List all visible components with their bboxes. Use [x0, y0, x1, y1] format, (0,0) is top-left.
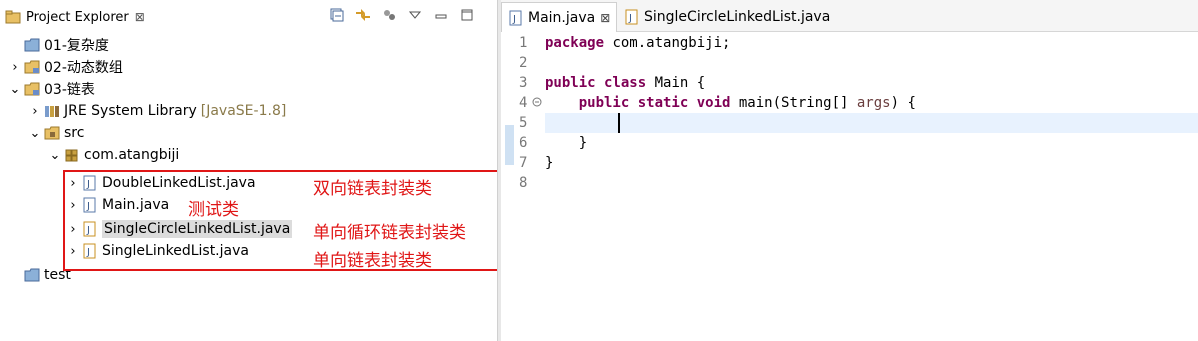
explorer-toolbar [327, 6, 477, 24]
annotation-doublelinkedlist: 双向链表封装类 [313, 179, 432, 199]
chevron-down-icon[interactable]: ⌄ [8, 78, 22, 100]
source-folder-icon [44, 125, 60, 141]
code-line-6: } [545, 135, 588, 151]
code-line-3: public class Main { [545, 73, 705, 93]
focus-icon[interactable] [379, 6, 399, 24]
code-text: ) { [890, 95, 916, 111]
tree-item-02[interactable]: › 02-动态数组 [8, 56, 123, 78]
line-number: 8 [519, 175, 528, 191]
explorer-tabbar: Project Explorer ⊠ [0, 0, 497, 34]
keyword: public class [545, 75, 647, 91]
line-number: 1 [519, 35, 528, 51]
fold-collapse-icon[interactable] [532, 97, 542, 107]
expand-placeholder [8, 264, 22, 286]
keyword: package [545, 35, 605, 51]
tree-item-label: src [64, 125, 85, 141]
code-line-1: package com.atangbiji; [545, 33, 730, 53]
svg-text:J: J [628, 13, 632, 24]
package-icon [64, 147, 80, 163]
parameter: args [856, 95, 891, 111]
line-number: 7 [519, 155, 528, 171]
code-line-4: public static void main(String[] args) { [545, 93, 916, 113]
tab-title: Main.java [528, 9, 596, 26]
tree-item-label: JRE System Library [64, 103, 197, 119]
expand-placeholder [8, 34, 22, 56]
tree-item-decoration: [JavaSE-1.8] [200, 103, 287, 119]
current-line-highlight [545, 113, 1198, 133]
link-with-editor-icon[interactable] [353, 6, 373, 24]
tree-item-jre[interactable]: › JRE System Library [JavaSE-1.8] [28, 100, 286, 122]
chevron-down-icon[interactable]: ⌄ [28, 122, 42, 144]
explorer-tab[interactable]: Project Explorer ⊠ [0, 2, 145, 32]
tree-item-label: 01-复杂度 [44, 38, 109, 54]
explorer-title: Project Explorer [26, 9, 129, 25]
svg-text:J: J [512, 14, 516, 25]
chevron-right-icon[interactable]: › [28, 100, 42, 122]
project-icon [24, 59, 40, 75]
tree-item-label: 03-链表 [44, 82, 95, 98]
tree-item-label: com.atangbiji [84, 147, 180, 163]
chevron-down-icon[interactable]: ⌄ [48, 144, 62, 166]
line-number: 3 [519, 75, 528, 91]
project-icon [24, 81, 40, 97]
minimize-icon[interactable] [431, 6, 451, 24]
tree-item-package[interactable]: ⌄ com.atangbiji [48, 144, 180, 166]
tree-item-01[interactable]: 01-复杂度 [8, 34, 109, 56]
tree-item-label: 02-动态数组 [44, 60, 123, 76]
code-text: Main { [646, 75, 706, 91]
line-number-ruler: 1 2 3 4 5 6 7 8 [501, 33, 541, 341]
tree-item-03[interactable]: ⌄ 03-链表 [8, 78, 95, 100]
close-icon[interactable]: ⊠ [600, 11, 610, 25]
tab-title: SingleCircleLinkedList.java [644, 9, 831, 25]
code-editor: J Main.java ⊠ J SingleCircleLinkedList.j… [501, 0, 1198, 341]
editor-tabbar: J Main.java ⊠ J SingleCircleLinkedList.j… [501, 0, 1198, 32]
annotation-singlecirclelinkedlist: 单向循环链表封装类 [313, 223, 466, 243]
collapse-all-icon[interactable] [327, 6, 347, 24]
view-menu-icon[interactable] [405, 6, 425, 24]
library-icon [44, 103, 60, 119]
close-icon[interactable]: ⊠ [135, 10, 145, 24]
keyword: public static void [578, 95, 731, 111]
project-explorer-icon [5, 10, 21, 24]
line-number: 2 [519, 55, 528, 71]
tab-singlecirclelinkedlist-java[interactable]: J SingleCircleLinkedList.java [618, 2, 836, 32]
java-file-icon: J [625, 9, 638, 25]
quick-diff-marker [505, 125, 514, 165]
code-text: main(String[] [730, 95, 857, 111]
folder-icon [24, 267, 40, 283]
annotation-singlelinkedlist: 单向链表封装类 [313, 251, 432, 271]
folder-icon [24, 37, 40, 53]
line-number: 4 [519, 95, 528, 111]
tree-item-src[interactable]: ⌄ src [28, 122, 85, 144]
tab-main-java[interactable]: J Main.java ⊠ [501, 2, 618, 32]
text-cursor [618, 113, 620, 133]
annotation-main: 测试类 [188, 200, 239, 220]
code-line-7: } [545, 155, 554, 171]
chevron-right-icon[interactable]: › [8, 56, 22, 78]
tree-item-test[interactable]: test [8, 264, 71, 286]
java-file-icon: J [509, 10, 522, 25]
maximize-icon[interactable] [457, 6, 477, 24]
line-number: 6 [519, 135, 528, 151]
project-explorer: Project Explorer ⊠ 01-复杂度 › 02-动态数组 ⌄ 03… [0, 0, 504, 341]
code-text: com.atangbiji; [604, 35, 731, 51]
line-number: 5 [519, 115, 528, 131]
